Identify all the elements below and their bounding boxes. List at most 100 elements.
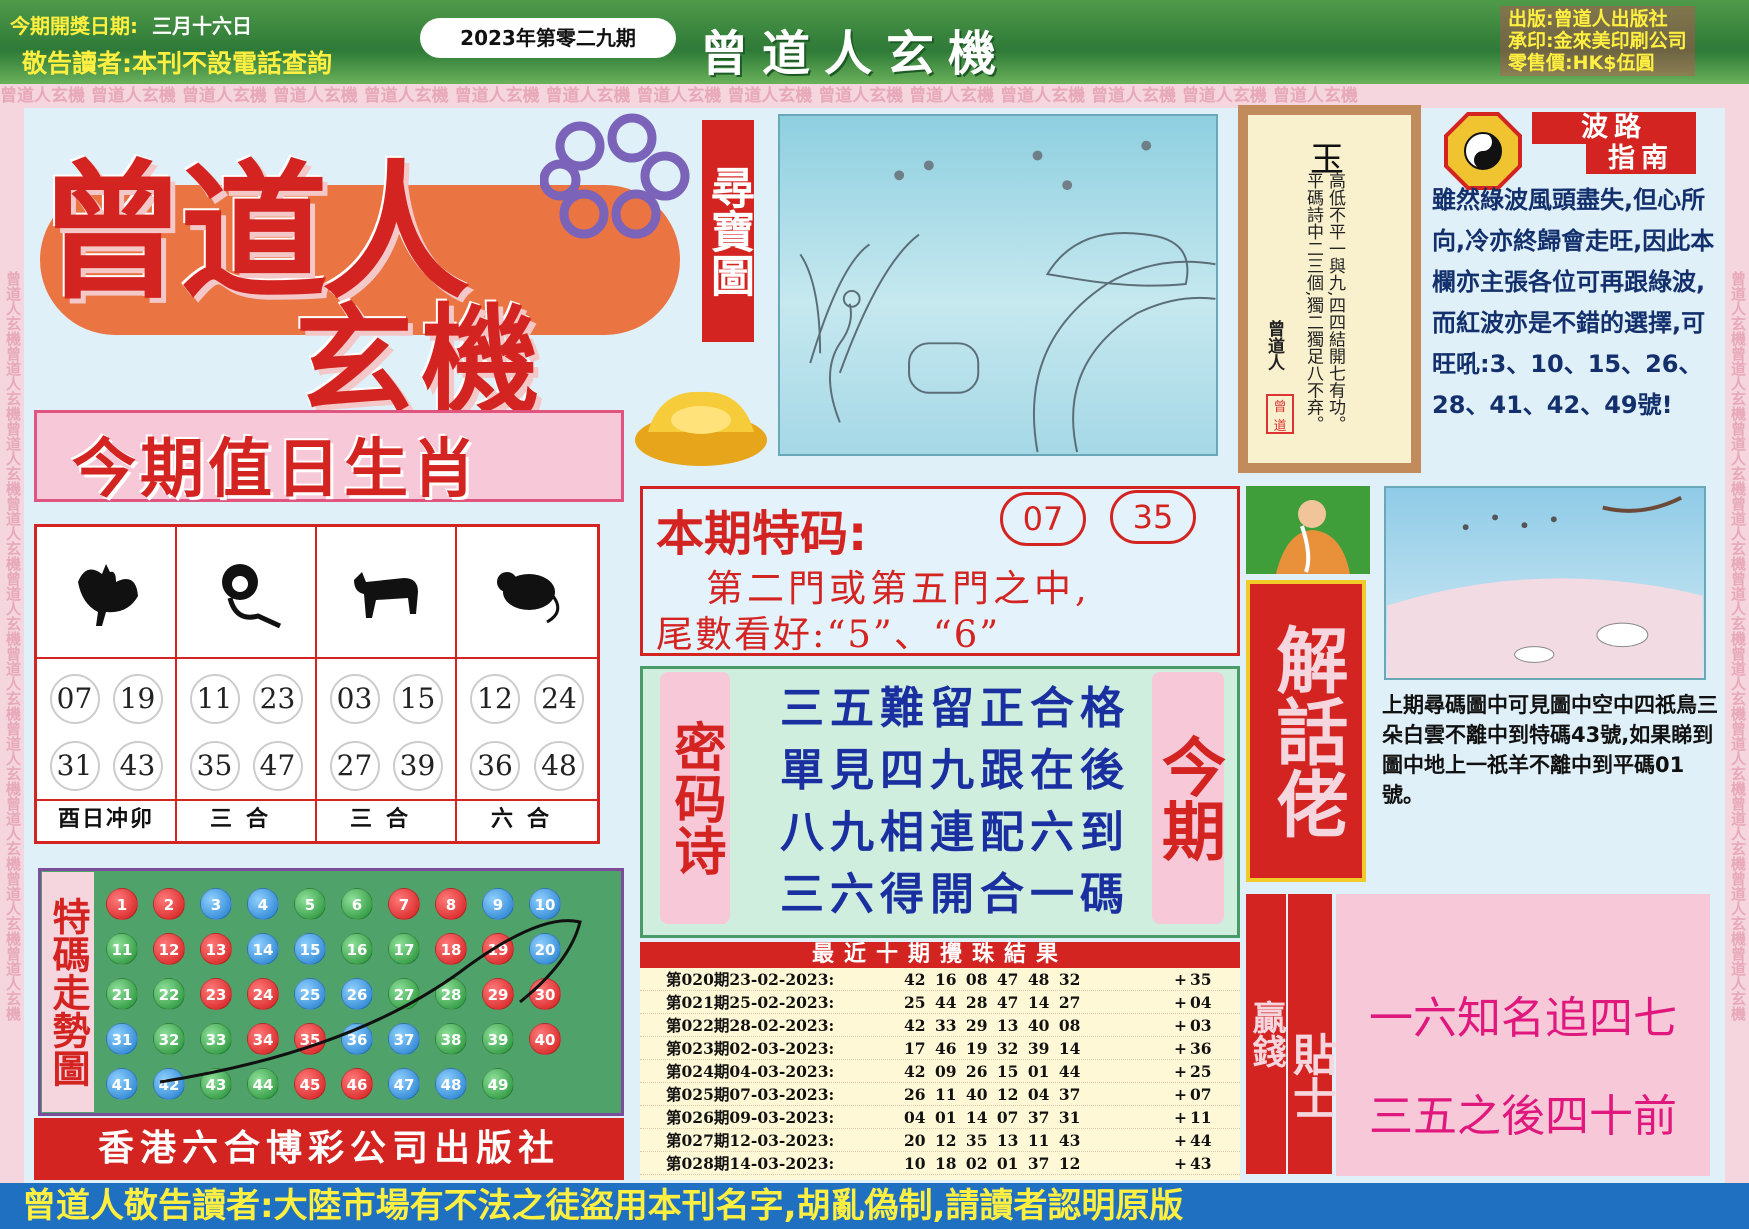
zodiac-number: 07: [49, 673, 100, 724]
masthead-title: 曾道人玄機: [700, 26, 1011, 82]
win-tips-label-a: 贏錢: [1246, 894, 1286, 1174]
results-per: 第026期09-03-2023:: [666, 1108, 835, 1127]
results-sp: 44: [1190, 1130, 1212, 1150]
results-nums: 10 18 02 01 37 12: [904, 1153, 1081, 1173]
results-nums: 42 09 26 15 01 44: [904, 1061, 1081, 1081]
code-poem-lines: 三五難留正合格 單見四九跟在後 八九相連配六到 三六得開合一碼: [780, 678, 1130, 926]
zodiac-number: 11: [189, 673, 240, 724]
issue-date-value: 三月十六日: [152, 14, 252, 38]
win-tips-lines: 一六知名追四七 三五之後四十前: [1336, 970, 1710, 1166]
results-plus: +: [1174, 992, 1187, 1012]
results-row: 第023期02-03-2023: 17 46 19 32 39 14 +36: [640, 1037, 1240, 1060]
results-nums: 17 46 19 32 39 14: [904, 1038, 1081, 1058]
results-nums: 20 12 35 13 11 43: [904, 1130, 1081, 1150]
results-plus: +: [1174, 1038, 1187, 1058]
results-row: 第020期23-02-2023: 42 16 08 47 48 32 +35: [640, 968, 1240, 991]
zodiac-number: 27: [329, 740, 380, 791]
zodiac-numbers: 07 19 31 43: [37, 659, 177, 799]
zodiac-number: 12: [470, 673, 520, 724]
results-per: 第022期28-02-2023:: [666, 1016, 835, 1035]
last-issue-illustration: [1384, 486, 1706, 680]
results-plus: +: [1174, 1130, 1187, 1150]
results-plus: +: [1174, 969, 1187, 989]
bagua-icon: [1444, 112, 1522, 190]
printer-line: 承印:金來美印刷公司: [1508, 30, 1687, 52]
results-plus: +: [1174, 1153, 1187, 1173]
results-per: 第028期14-03-2023:: [666, 1154, 835, 1173]
side-border-left: 曾道人玄機曾道人玄機曾道人玄機曾道人玄機曾道人玄機曾道人玄機曾道人玄機曾道人玄機…: [0, 108, 24, 1183]
results-plus: +: [1174, 1107, 1187, 1127]
wave-guide-subtitle: 指南: [1586, 144, 1696, 174]
results-nums: 04 01 14 07 37 31: [904, 1107, 1081, 1127]
special-code-number: 07: [1000, 492, 1086, 546]
results-row: 第025期07-03-2023: 26 11 40 12 04 37 +07: [640, 1083, 1240, 1106]
poem-line: 平碼詩中二三個,獨二獨足八不弃。: [1303, 172, 1323, 433]
gold-ingot-icon: [635, 391, 767, 466]
zodiac-numbers: 12 24 36 48: [457, 659, 597, 799]
results-plus: +: [1174, 1061, 1187, 1081]
results-row: 第021期25-02-2023: 25 44 28 47 14 27 +04: [640, 991, 1240, 1014]
publisher-info: 出版:曾道人出版社 承印:金來美印刷公司 零售價:HK$伍圓: [1500, 6, 1695, 76]
code-poem-line: 三六得開合一碼: [780, 869, 1130, 920]
results-sp: 35: [1190, 969, 1212, 989]
results-plus: +: [1174, 1015, 1187, 1035]
rooster-icon: [78, 564, 138, 626]
zodiac-number: 48: [534, 740, 584, 791]
sage-illustration: [1246, 486, 1370, 574]
code-poem-issue-label: 今期: [1151, 672, 1225, 924]
zodiac-table: 07 19 31 43 11 23 35 47 03 15 27 39 12 24 36 48 …: [34, 524, 600, 844]
trend-chart-label: 特碼走勢圖: [42, 872, 94, 1112]
zodiac-number: 39: [392, 740, 443, 791]
results-per: 第021期25-02-2023:: [666, 993, 835, 1012]
results-plus: +: [1174, 1084, 1187, 1104]
win-tip-line: 三五之後四十前: [1369, 1091, 1677, 1142]
publisher-bar: 香港六合博彩公司出版社: [34, 1118, 624, 1180]
zodiac-number: 03: [329, 673, 380, 724]
zodiac-numbers: 11 23 35 47: [177, 659, 317, 799]
zodiac-relation: 三合: [177, 799, 317, 841]
treasure-map-label: 尋寶圖: [702, 120, 754, 342]
results-row: 第024期04-03-2023: 42 09 26 15 01 44 +25: [640, 1060, 1240, 1083]
reader-notice: 敬告讀者:本刊不設電話查詢: [22, 49, 332, 78]
results-row: 第028期14-03-2023: 10 18 02 01 37 12 +43: [640, 1152, 1240, 1175]
special-code-tail-hint: 尾數看好:“5”、“6”: [656, 613, 1001, 656]
zodiac-numbers: 03 15 27 39: [317, 659, 457, 799]
results-row: 第022期28-02-2023: 42 33 29 13 40 08 +03: [640, 1014, 1240, 1037]
trend-line: [159, 919, 582, 1084]
footer-warning: 曾道人敬告讀者:大陸市場有不法之徒盜用本刊名字,胡亂偽制,請讀者認明原版: [0, 1183, 1749, 1229]
zodiac-image-cell: [317, 527, 457, 659]
ox-icon: [354, 572, 418, 618]
zodiac-number: 23: [252, 673, 303, 724]
issue-date-label: 今期開獎日期:: [10, 14, 138, 38]
results-sp: 03: [1190, 1015, 1212, 1035]
zodiac-number: 36: [470, 740, 520, 791]
code-poem-line: 三五難留正合格: [780, 683, 1130, 734]
monkey-icon: [222, 564, 282, 629]
poem-seal: 曾道: [1266, 394, 1294, 434]
results-nums: 42 33 29 13 40 08: [904, 1015, 1081, 1035]
zodiac-image-cell: [37, 527, 177, 659]
results-table: 第020期23-02-2023: 42 16 08 47 48 32 +35 第021…: [640, 968, 1240, 1180]
win-tips-label-b: 貼士: [1285, 894, 1336, 1174]
results-per: 第024期04-03-2023:: [666, 1062, 835, 1081]
wave-guide-title: 波路: [1532, 112, 1696, 144]
results-nums: 26 11 40 12 04 37: [904, 1084, 1081, 1104]
poem-author: 曾道人: [1264, 320, 1284, 371]
results-row: 第027期12-03-2023: 20 12 35 13 11 43 +44: [640, 1129, 1240, 1152]
results-sp: 36: [1190, 1038, 1212, 1058]
results-sp: 43: [1190, 1153, 1212, 1173]
zodiac-image-cell: [177, 527, 317, 659]
zodiac-number: 24: [534, 673, 584, 724]
title-ribbon: 曾道人玄機 曾道人玄機 曾道人玄機 曾道人玄機 曾道人玄機 曾道人玄機 曾道人玄…: [0, 84, 1749, 108]
publisher-line: 出版:曾道人出版社: [1508, 8, 1668, 30]
special-code-number: 35: [1110, 490, 1196, 544]
side-border-right: 曾道人玄機曾道人玄機曾道人玄機曾道人玄機曾道人玄機曾道人玄機曾道人玄機曾道人玄機…: [1725, 108, 1749, 1183]
wave-guide-text: 雖然綠波風頭盡失,但心所向,冷亦終歸會走旺,因此本欄亦主張各位可再跟綠波,而紅波…: [1432, 186, 1715, 419]
poem-line: 高低不平一與九,四四結開七有功。: [1325, 172, 1345, 433]
zodiac-image-cell: [457, 527, 597, 659]
results-sp: 11: [1190, 1107, 1212, 1127]
last-issue-explanation: 上期尋碼圖中可見圖中空中四祇鳥三朵白雲不離中到特碼43號,如果睇到圖中地上一祇羊…: [1382, 693, 1718, 807]
results-sp: 07: [1190, 1084, 1212, 1104]
issue-number: 2023年第零二九期: [420, 18, 676, 58]
zodiac-relation: 酉日冲卯: [37, 799, 177, 841]
